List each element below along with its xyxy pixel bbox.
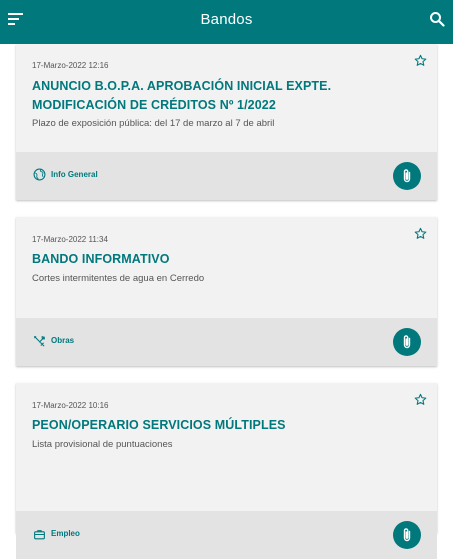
attachment-button[interactable] (393, 162, 421, 190)
item-description: Cortes intermitentes de agua en Cerredo (32, 273, 205, 284)
paperclip-icon (403, 528, 411, 542)
paperclip-icon (403, 169, 411, 183)
list-item[interactable]: 17-Marzo-2022 12:16 ANUNCIO B.O.P.A. APR… (16, 44, 437, 200)
item-title: ANUNCIO B.O.P.A. APROBACIÓN INICIAL EXPT… (32, 79, 332, 112)
attachment-button[interactable] (393, 521, 421, 549)
list-item[interactable]: 17-Marzo-2022 10:16 PEON/OPERARIO SERVIC… (16, 383, 437, 559)
item-title: BANDO INFORMATIVO (32, 252, 170, 266)
item-description: Lista provisional de puntuaciones (32, 439, 173, 450)
star-icon[interactable] (414, 54, 427, 67)
list-item[interactable]: 17-Marzo-2022 11:34 BANDO INFORMATIVO Co… (16, 217, 437, 366)
item-category: Empleo (51, 529, 80, 538)
item-date: 17-Marzo-2022 11:34 (32, 235, 108, 244)
item-footer: Info General (16, 152, 437, 200)
search-icon[interactable] (429, 11, 445, 27)
item-category: Info General (51, 170, 98, 179)
paperclip-icon (403, 335, 411, 349)
item-title: PEON/OPERARIO SERVICIOS MÚLTIPLES (32, 418, 286, 432)
item-category: Obras (51, 336, 75, 345)
item-description: Plazo de exposición pública: del 17 de m… (32, 118, 275, 129)
page-title: Bandos (200, 11, 253, 28)
globe-icon (33, 168, 46, 181)
item-footer: Empleo (16, 511, 437, 559)
attachment-button[interactable] (393, 328, 421, 356)
star-icon[interactable] (414, 227, 427, 240)
tools-icon (33, 335, 46, 348)
star-icon[interactable] (414, 393, 427, 406)
item-footer: Obras (16, 318, 437, 366)
briefcase-icon (33, 528, 46, 541)
item-date: 17-Marzo-2022 12:16 (32, 61, 109, 70)
item-date: 17-Marzo-2022 10:16 (32, 401, 109, 410)
app-bar: Bandos (0, 0, 453, 44)
